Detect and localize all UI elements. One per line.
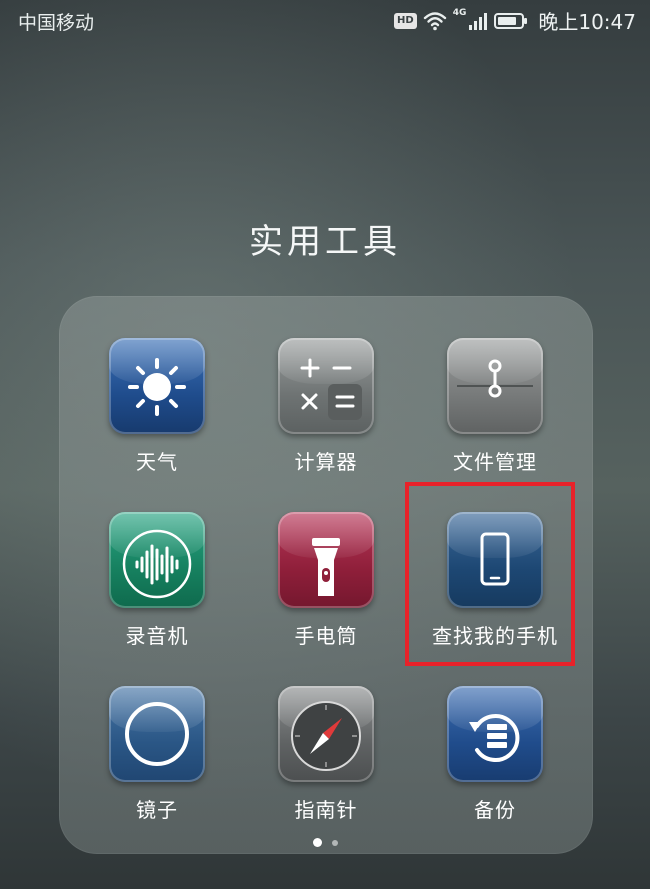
calculator-icon: [278, 338, 374, 434]
page-indicator[interactable]: [0, 838, 650, 847]
file-manager-icon: [447, 338, 543, 434]
status-bar: 中国移动 HD 4G 晚上10:47: [0, 0, 650, 40]
app-label: 备份: [474, 798, 516, 822]
highlight-box: [405, 482, 575, 666]
app-backup[interactable]: 备份: [420, 686, 570, 823]
app-label: 手电筒: [294, 624, 358, 648]
network-type-label: 4G: [452, 8, 467, 18]
mirror-icon: [109, 686, 205, 782]
signal-icon: [469, 12, 488, 30]
app-label: 计算器: [294, 450, 358, 474]
wifi-icon: [423, 11, 446, 30]
app-label: 镜子: [136, 798, 178, 822]
compass-icon: [278, 686, 374, 782]
status-icons: HD 4G 晚上10:47: [394, 6, 636, 35]
sound-recorder-icon: [109, 512, 205, 608]
folder-title[interactable]: 实用工具: [0, 214, 650, 263]
app-sound-recorder[interactable]: 录音机: [82, 512, 232, 649]
carrier-label: 中国移动: [18, 12, 95, 34]
app-label: 文件管理: [453, 450, 537, 474]
app-compass[interactable]: 指南针: [251, 686, 401, 823]
app-file-manager[interactable]: 文件管理: [420, 338, 570, 475]
app-label: 指南针: [294, 798, 358, 822]
hd-icon: HD: [394, 12, 417, 29]
app-weather[interactable]: 天气: [82, 338, 232, 475]
flashlight-icon: [278, 512, 374, 608]
backup-icon: [447, 686, 543, 782]
battery-icon: [494, 12, 528, 29]
app-flashlight[interactable]: 手电筒: [251, 512, 401, 649]
page-dot-active[interactable]: [312, 838, 322, 847]
app-label: 录音机: [125, 624, 189, 648]
app-calculator[interactable]: 计算器: [251, 338, 401, 475]
page-dot[interactable]: [331, 839, 338, 846]
weather-sun-icon: [109, 338, 205, 434]
clock: 晚上10:47: [538, 10, 636, 34]
app-mirror[interactable]: 镜子: [82, 686, 232, 823]
app-label: 天气: [136, 450, 178, 474]
